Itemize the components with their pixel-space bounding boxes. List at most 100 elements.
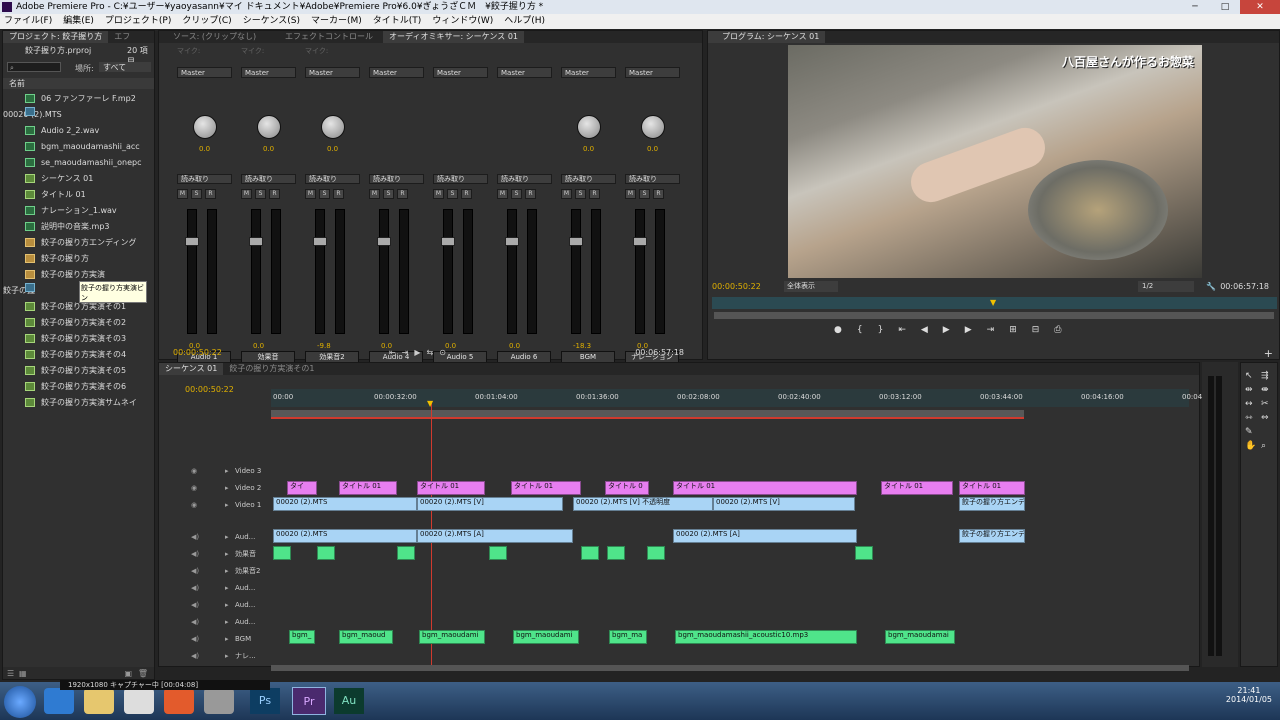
eye-icon[interactable]: ◉ — [191, 480, 197, 496]
timeline-playhead[interactable]: ▼ — [427, 399, 433, 408]
bgm-clip[interactable]: bgm_ — [289, 630, 315, 644]
bgm-clip[interactable]: bgm_maoudamashii_acoustic10.mp3 — [675, 630, 857, 644]
automation-select[interactable]: 読み取り — [625, 174, 680, 184]
title-clip[interactable]: タイトル 01 — [881, 481, 953, 495]
maximize-button[interactable]: □ — [1210, 0, 1240, 14]
marker-button[interactable]: ● — [834, 325, 842, 335]
record-button[interactable]: R — [333, 189, 344, 199]
speaker-icon[interactable]: ◀) — [191, 631, 199, 647]
record-button[interactable]: R — [461, 189, 472, 199]
solo-button[interactable]: S — [447, 189, 458, 199]
menu-edit[interactable]: 編集(E) — [63, 14, 94, 29]
volume-fader[interactable] — [377, 237, 391, 246]
solo-button[interactable]: S — [191, 189, 202, 199]
eye-icon[interactable]: ◉ — [191, 463, 197, 479]
speaker-icon[interactable]: ◀) — [191, 580, 199, 596]
pan-knob[interactable] — [193, 115, 217, 139]
zoom-select[interactable]: 全体表示 — [784, 281, 838, 292]
project-item[interactable]: Audio 2_2.wav — [3, 123, 153, 139]
project-item[interactable]: 餃子の握り方実演サムネイ — [3, 395, 153, 411]
mute-button[interactable]: M — [433, 189, 444, 199]
mixer-current-time[interactable]: 00:00:50:22 — [173, 348, 222, 357]
slip-tool-icon[interactable]: ⇿ — [1245, 413, 1257, 423]
video-clip[interactable]: 00020 (2).MTS [V] — [417, 497, 563, 511]
close-button[interactable]: ✕ — [1240, 0, 1280, 14]
go-to-in-button[interactable]: ⇤ — [898, 325, 906, 335]
title-clip[interactable]: タイトル 01 — [511, 481, 581, 495]
program-zoom-bar[interactable] — [714, 312, 1274, 319]
menu-window[interactable]: ウィンドウ(W) — [432, 14, 493, 29]
volume-fader[interactable] — [313, 237, 327, 246]
speaker-icon[interactable]: ◀) — [191, 563, 199, 579]
expand-triangle-icon[interactable]: ▸ — [225, 529, 229, 545]
bgm-clip[interactable]: bgm_ma — [609, 630, 647, 644]
play-button[interactable]: ▶ — [943, 325, 950, 335]
bgm-clip[interactable]: bgm_maoudami — [513, 630, 579, 644]
ie-icon[interactable] — [44, 688, 74, 714]
explorer-icon[interactable] — [84, 688, 114, 714]
app-icon[interactable] — [204, 688, 234, 714]
video-clip[interactable]: 00020 (2).MTS [V] 不透明度 — [573, 497, 713, 511]
expand-triangle-icon[interactable]: ▸ — [225, 648, 229, 664]
title-clip[interactable]: タイトル 01 — [673, 481, 857, 495]
wrench-icon[interactable]: 🔧 — [1206, 282, 1216, 291]
pan-knob[interactable] — [257, 115, 281, 139]
expand-triangle-icon[interactable]: ▸ — [225, 580, 229, 596]
speaker-icon[interactable]: ◀) — [191, 546, 199, 562]
tab-audio-mixer[interactable]: オーディオミキサー: シーケンス 01 — [383, 31, 524, 43]
title-clip[interactable]: タイトル 01 — [959, 481, 1025, 495]
timeline-current-time[interactable]: 00:00:50:22 — [185, 385, 234, 394]
mute-button[interactable]: M — [177, 189, 188, 199]
delete-icon[interactable]: 🗑 — [138, 669, 148, 678]
project-item[interactable]: 説明中の音楽.mp3 — [3, 219, 153, 235]
eye-icon[interactable]: ◉ — [191, 497, 197, 513]
solo-button[interactable]: S — [575, 189, 586, 199]
sfx-clip[interactable] — [607, 546, 625, 560]
video-clip[interactable]: 00020 (2).MTS — [273, 497, 417, 511]
playhead-marker[interactable]: ▼ — [990, 298, 996, 307]
track-header[interactable]: ◀) ▸ BGM — [159, 631, 271, 647]
record-button[interactable]: R — [269, 189, 280, 199]
project-item[interactable]: 餃子の握り方 — [3, 251, 153, 267]
speaker-icon[interactable]: ◀) — [191, 597, 199, 613]
time-ruler[interactable]: 00:00 00:00:32:00 00:01:04:00 00:01:36:00 00… — [271, 389, 1209, 407]
program-timebar[interactable]: ▼ — [712, 297, 1277, 309]
record-button[interactable]: R — [653, 189, 664, 199]
location-select[interactable]: すべて — [99, 62, 151, 72]
menu-marker[interactable]: マーカー(M) — [311, 14, 362, 29]
tab-effects[interactable]: エフ — [108, 31, 136, 43]
razor-tool-icon[interactable]: ✂ — [1261, 399, 1273, 409]
hand-tool-icon[interactable]: ✋ — [1245, 441, 1257, 451]
track-header[interactable]: ◀) ▸ 効果音 — [159, 546, 271, 562]
list-view-icon[interactable]: ☰ — [7, 669, 14, 678]
volume-fader[interactable] — [569, 237, 583, 246]
project-item[interactable]: bgm_maoudamashii_acc — [3, 139, 153, 155]
pan-knob[interactable] — [641, 115, 665, 139]
pan-knob[interactable] — [321, 115, 345, 139]
volume-fader[interactable] — [441, 237, 455, 246]
step-back-button[interactable]: ◀ — [921, 325, 928, 335]
title-clip[interactable]: タイ — [287, 481, 317, 495]
bgm-clip[interactable]: bgm_maoudami — [419, 630, 485, 644]
record-button[interactable]: R — [589, 189, 600, 199]
name-column-header[interactable]: 名前 — [3, 78, 154, 89]
ripple-edit-tool-icon[interactable]: ⇹ — [1245, 385, 1257, 395]
slide-tool-icon[interactable]: ⇔ — [1261, 413, 1273, 423]
extract-button[interactable]: ⊟ — [1032, 325, 1040, 335]
sfx-clip[interactable] — [273, 546, 291, 560]
expand-triangle-icon[interactable]: ▸ — [225, 463, 229, 479]
expand-triangle-icon[interactable]: ▸ — [225, 497, 229, 513]
minimize-button[interactable]: ─ — [1180, 0, 1210, 14]
search-input[interactable]: ⌕ — [7, 62, 61, 72]
project-item[interactable]: 06 ファンファーレ F.mp2 — [3, 91, 153, 107]
sfx-clip[interactable] — [489, 546, 507, 560]
premiere-taskbar-icon[interactable]: Pr — [292, 687, 326, 715]
mixer-transport[interactable]: ⇤⇥▶⇆⊙ — [389, 348, 452, 357]
zoom-tool-icon[interactable]: ⌕ — [1261, 441, 1273, 451]
sfx-clip[interactable] — [581, 546, 599, 560]
tab-sequence-01[interactable]: シーケンス 01 — [159, 363, 224, 375]
sfx-clip[interactable] — [647, 546, 665, 560]
audio-clip[interactable]: 餃子の握り方エンディ — [959, 529, 1025, 543]
project-item[interactable]: ナレーション_1.wav — [3, 203, 153, 219]
project-item[interactable]: 餃子の握り方実演その3 — [3, 331, 153, 347]
